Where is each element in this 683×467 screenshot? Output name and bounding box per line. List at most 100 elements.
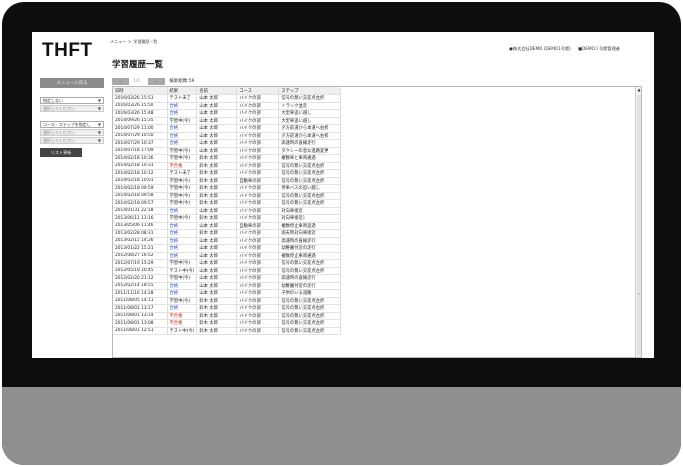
cell-course: バイクの部 [236, 267, 280, 275]
table-row[interactable]: 2014/02/18 10:12 テスト未了 鈴木 太郎 バイクの部 信号の無い交差点左… [113, 169, 342, 178]
cell-name: 山本 太郎 [196, 259, 238, 268]
cell-date: 2011/08/01 12:51 [113, 327, 168, 335]
cell-name: 山本 太郎 [196, 139, 238, 148]
step-select[interactable]: 選択してください ▼ [40, 137, 104, 144]
table-row[interactable]: 2014/07/29 10:37 合格 山本 太郎 バイクの部 高速時の直線走行 [113, 139, 342, 148]
table-row[interactable]: 2012/08/27 16:52 合格 山本 太郎 バイクの部 複数停止車両通過 [113, 252, 342, 260]
vertical-scrollbar[interactable]: ▲ ≡ [635, 87, 641, 357]
cell-name: 山本 太郎 [196, 252, 238, 260]
table-row[interactable]: 2013/01/22 15:21 合格 山本 太郎 バイクの部 幼稚園付近の走行 [113, 244, 342, 253]
table-row[interactable]: 2014/07/29 10:50 合格 山本 太郎 バイクの部 夕方前道から本道へ右折 [113, 132, 342, 140]
table-header-row: 日時 結果 名前 コース ステップ [113, 87, 342, 95]
cell-step: 信号の無い交差点左折 [278, 319, 342, 328]
sidebar: メニューに戻る 指定しない ▼ 選択してください ▼ コース・ステップを指定し … [40, 78, 104, 157]
table-row[interactable]: 2011/11/16 14:28 合格 山本 太郎 バイクの部 子供のいる道路 [113, 289, 342, 298]
cell-result: 合格 [167, 109, 198, 118]
cell-step: 幼稚園付近の走行 [278, 282, 342, 290]
cell-result: 学習中(今) [167, 117, 198, 125]
table-row[interactable]: 2012/05/19 10:45 テスト中(今) 山本 太郎 バイクの部 信号の無い交差… [113, 267, 342, 275]
table-row[interactable]: 2011/08/01 12:51 テスト中(今) 鈴木 太郎 バイクの部 信号の無い交差… [113, 327, 342, 335]
cell-date: 2012/07/19 15:29 [113, 259, 168, 268]
cell-date: 2016/03/26 15:50 [113, 102, 168, 110]
cell-date: 2011/08/05 14:11 [113, 297, 168, 305]
table-row[interactable]: 2011/08/01 13:08 不合格 鈴木 太郎 バイクの部 信号の無い交差点左折 [113, 319, 342, 328]
table-row[interactable]: 2014/02/18 10:01 学習中(今) 鈴木 太郎 自動車の部 信号の無い交差点… [113, 177, 342, 185]
cell-course: バイクの部 [236, 132, 280, 140]
table-row[interactable]: 2016/03/26 15:53 テスト未了 山本 太郎 バイクの部 信号の無い交差点左… [113, 94, 342, 103]
cell-result: 合格 [167, 237, 198, 245]
cell-date: 2013/01/22 15:21 [113, 244, 168, 253]
table-row[interactable]: 2013/02/15 14:26 合格 山本 太郎 バイクの部 高速時の直線走行 [113, 237, 342, 245]
cell-step: トラック並走 [278, 102, 342, 110]
table-row[interactable]: 2014/02/18 09:57 学習中(今) 鈴木 太郎 バイクの部 信号の無い交差点… [113, 199, 342, 208]
column-header-step[interactable]: ステップ [278, 87, 342, 95]
cell-date: 2014/02/18 10:12 [113, 169, 168, 178]
cell-step: 高速時の直線走行 [278, 274, 342, 283]
table-row[interactable]: 2016/03/26 15:50 合格 山本 太郎 バイクの部 トラック並走 [113, 102, 342, 110]
table-row[interactable]: 2016/03/26 15:48 合格 山本 太郎 バイクの部 大型車追い越し [113, 109, 342, 118]
table-row[interactable]: 2013/06/11 13:16 学習中(今) 鈴木 太郎 バイクの部 対向車接近] [113, 214, 342, 223]
cell-date: 2014/02/18 09:58 [113, 192, 168, 200]
company-name: ●株式会社DEMO (DEMO1号館) [509, 46, 571, 51]
table-row[interactable]: 2012/02/14 18:55 合格 山本 太郎 バイクの部 幼稚園付近の走行 [113, 282, 342, 290]
prev-page-button[interactable]: < [112, 77, 129, 85]
cell-date: 2014/09/26 15:35 [113, 117, 168, 125]
cell-course: バイクの部 [236, 304, 280, 313]
cell-course: バイクの部 [236, 192, 280, 200]
table-row[interactable]: 2012/07/19 15:29 学習中(今) 山本 太郎 バイクの部 信号の無い交差点… [113, 259, 342, 268]
cell-name: 山本 太郎 [196, 117, 238, 125]
cell-course: バイクの部 [236, 214, 280, 223]
cell-name: 山本 太郎 [196, 132, 238, 140]
table-row[interactable]: 2013/02/28 08:31 合格 鈴木 太郎 バイクの部 雨天時対向車接近 [113, 229, 342, 238]
table-row[interactable]: 2014/02/18 10:31 不合格 鈴木 太郎 バイクの部 信号の無い交差点右折 [113, 162, 342, 170]
app-logo: THFT [42, 40, 93, 61]
column-header-result[interactable]: 結果 [167, 87, 198, 95]
table-row[interactable]: 2013/05/06 11:46 合格 山本 太郎 自動車の部 複数停止車両追過 [113, 222, 342, 230]
type-filter-sub-select[interactable]: 選択してください ▼ [40, 105, 104, 112]
table-row[interactable]: 2014/02/18 09:59 学習中(今) 鈴木 太郎 バイクの部 停車バスの追い越… [113, 184, 342, 193]
table-row[interactable]: 2014/01/31 22:18 合格 山本 太郎 バイクの部 対向車接近 [113, 207, 342, 215]
next-page-button[interactable]: > [148, 77, 166, 85]
table-row[interactable]: 2014/02/18 10:36 学習中(今) 鈴木 太郎 バイクの部 複数車と車両通過 [113, 154, 342, 163]
cell-result: テスト未了 [167, 94, 198, 103]
table-row[interactable]: 2011/08/01 13:17 合格 鈴木 太郎 バイクの部 信号の無い交差点右折 [113, 304, 342, 313]
cell-name: 鈴木 太郎 [196, 304, 238, 313]
column-header-course[interactable]: コース [236, 87, 280, 95]
cell-name: 山本 太郎 [196, 244, 238, 253]
table-row[interactable]: 2012/02/20 21:12 学習中(今) 山本 太郎 バイクの部 高速時の直線走行 [113, 274, 342, 283]
table-row[interactable]: 2011/08/01 13:14 不合格 鈴木 太郎 バイクの部 信号の無い交差点左折 [113, 312, 342, 320]
table-row[interactable]: 2014/07/18 17:09 学習中(今) 山本 太郎 バイクの部 タクシーの急な進… [113, 147, 342, 155]
cell-step: 高速時の直線走行 [278, 237, 342, 245]
page-indicator: 1/1 [133, 78, 141, 84]
table-row[interactable]: 2011/08/05 14:11 学習中(今) 鈴木 太郎 バイクの部 信号の無い交差点… [113, 297, 342, 305]
scrollbar-thumb[interactable] [637, 95, 641, 355]
course-step-filter-select[interactable]: コース・ステップを指定し ▼ [40, 121, 104, 128]
scrollbar-grip-icon: ≡ [637, 291, 641, 296]
cell-result: 学習中(今) [167, 154, 198, 163]
cell-date: 2013/02/15 14:26 [113, 237, 168, 245]
cell-name: 山本 太郎 [196, 124, 238, 133]
column-header-name[interactable]: 名前 [196, 87, 238, 95]
cell-date: 2012/02/20 21:12 [113, 274, 168, 283]
cell-result: 学習中(今) [167, 199, 198, 208]
cell-date: 2011/08/01 13:14 [113, 312, 168, 320]
type-filter-select[interactable]: 指定しない ▼ [40, 97, 104, 104]
cell-name: 鈴木 太郎 [196, 297, 238, 305]
refresh-list-button[interactable]: リスト更新 [40, 148, 82, 157]
cell-step: 子供のいる道路 [278, 289, 342, 298]
triangle-up-icon[interactable]: ▲ [636, 87, 641, 93]
course-select[interactable]: 選択してください ▼ [40, 129, 104, 136]
cell-result: 合格 [167, 229, 198, 238]
table-row[interactable]: 2014/09/26 15:35 学習中(今) 山本 太郎 バイクの部 大型車追い越し [113, 117, 342, 125]
cell-name: 鈴木 太郎 [196, 154, 238, 163]
breadcrumb-current: 学習履歴一覧 [133, 39, 158, 44]
breadcrumb-menu-link[interactable]: メニュー [110, 39, 126, 44]
cell-result: 学習中(今) [167, 297, 198, 305]
back-to-menu-button[interactable]: メニューに戻る [40, 78, 104, 88]
table-row[interactable]: 2014/02/18 09:58 学習中(今) 鈴木 太郎 バイクの部 信号の無い交差点… [113, 192, 342, 200]
column-header-date[interactable]: 日時 [113, 87, 168, 95]
cell-course: バイクの部 [236, 207, 280, 215]
cell-result: テスト未了 [167, 169, 198, 178]
table-row[interactable]: 2014/07/29 11:00 合格 山本 太郎 バイクの部 夕方前道から本道へ右折 [113, 124, 342, 133]
chevron-down-icon: ▼ [97, 138, 101, 143]
